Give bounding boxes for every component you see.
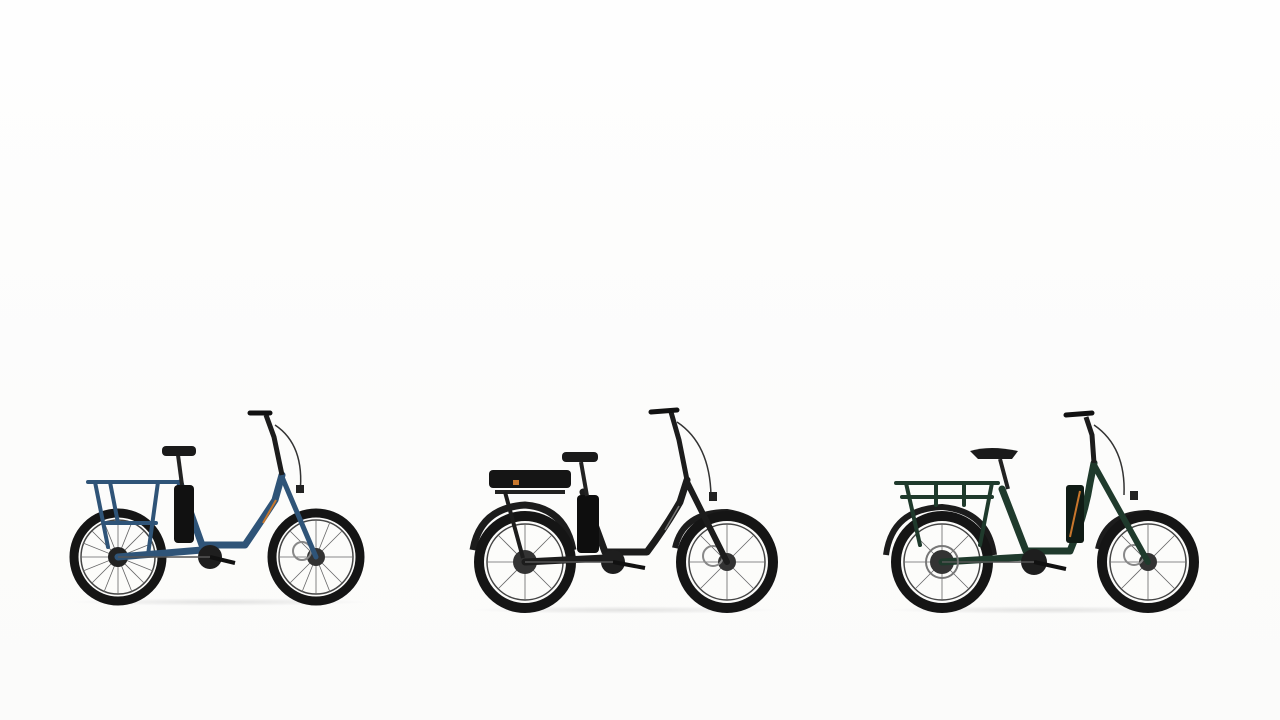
stem — [668, 411, 690, 481]
battery — [174, 485, 194, 543]
black-bench-ebike-illustration — [469, 407, 778, 613]
headlight — [1130, 491, 1138, 500]
headlight — [709, 492, 717, 501]
seat-post — [998, 458, 1010, 490]
green-cargo-ebike-illustration — [883, 410, 1199, 613]
brake-cable — [1093, 424, 1125, 496]
handlebar — [648, 407, 680, 415]
bench-accent — [513, 480, 519, 485]
seat — [162, 446, 196, 456]
blue-cargo-ebike-illustration — [69, 410, 365, 606]
bench-seat — [489, 470, 571, 488]
headlight — [296, 485, 304, 493]
battery — [577, 495, 599, 553]
handlebar — [1063, 410, 1095, 418]
blue-cargo-ebike — [69, 405, 370, 610]
frame — [938, 459, 1151, 566]
green-cargo-ebike — [880, 405, 1200, 615]
stem — [263, 414, 285, 476]
seat — [562, 452, 598, 462]
product-lineup-scene — [0, 0, 1280, 720]
stem — [1083, 416, 1097, 464]
black-bench-ebike — [465, 400, 780, 615]
seat — [970, 448, 1018, 459]
